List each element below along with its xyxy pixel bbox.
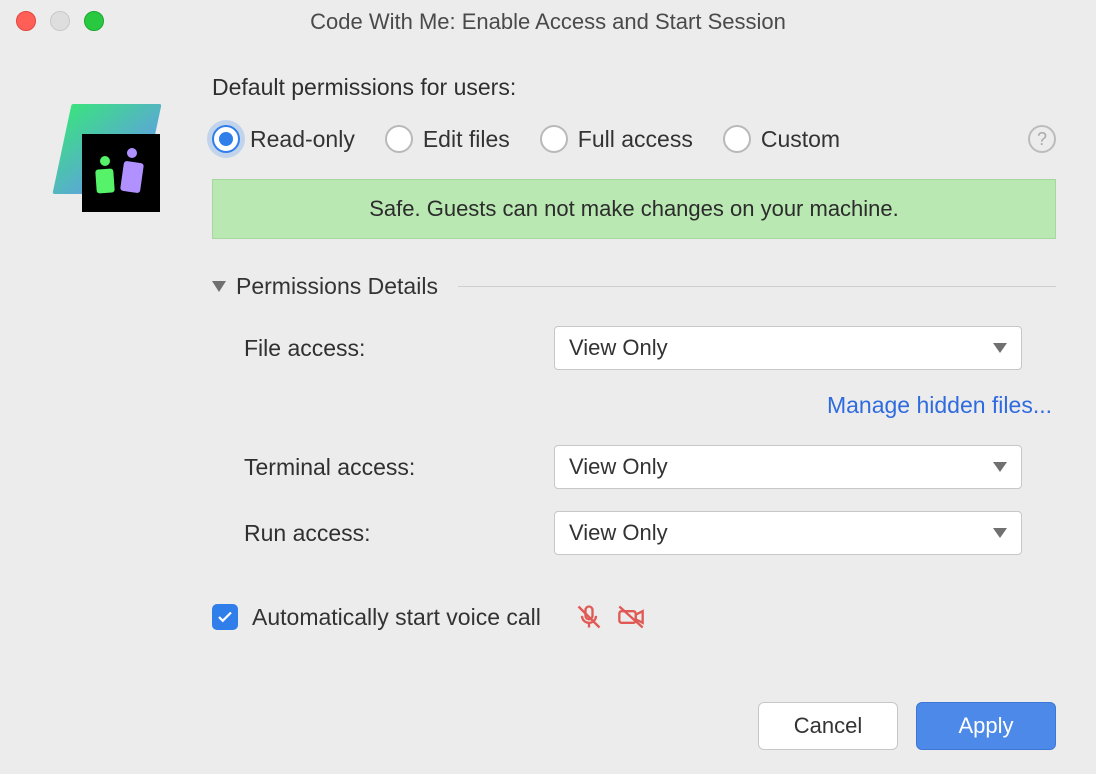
radio-icon: [540, 125, 568, 153]
chevron-down-icon: [212, 281, 226, 292]
titlebar: Code With Me: Enable Access and Start Se…: [0, 0, 1096, 44]
file-access-label: File access:: [244, 335, 534, 362]
right-column: Default permissions for users: Read-only…: [212, 74, 1056, 750]
window-close-button[interactable]: [16, 11, 36, 31]
file-access-value: View Only: [569, 335, 668, 361]
voice-call-label: Automatically start voice call: [252, 604, 541, 631]
radio-icon: [212, 125, 240, 153]
terminal-access-select[interactable]: View Only: [554, 445, 1022, 489]
radio-custom[interactable]: Custom: [723, 125, 840, 153]
radio-icon: [385, 125, 413, 153]
permission-mode-radios: Read-only Edit files Full access Custom …: [212, 125, 1056, 153]
radio-edit-files-label: Edit files: [423, 126, 510, 153]
chevron-down-icon: [993, 343, 1007, 353]
terminal-access-row: Terminal access: View Only: [244, 445, 1056, 489]
dialog-footer: Cancel Apply: [212, 682, 1056, 750]
terminal-access-label: Terminal access:: [244, 454, 534, 481]
default-permissions-label: Default permissions for users:: [212, 74, 1056, 101]
radio-full-access-label: Full access: [578, 126, 693, 153]
divider: [458, 286, 1056, 287]
permissions-details-header[interactable]: Permissions Details: [212, 273, 1056, 300]
camera-off-icon[interactable]: [617, 603, 645, 631]
cancel-button[interactable]: Cancel: [758, 702, 898, 750]
dialog-content: Default permissions for users: Read-only…: [0, 44, 1096, 774]
file-access-select[interactable]: View Only: [554, 326, 1022, 370]
apply-button[interactable]: Apply: [916, 702, 1056, 750]
radio-read-only[interactable]: Read-only: [212, 125, 355, 153]
microphone-off-icon[interactable]: [575, 603, 603, 631]
terminal-access-value: View Only: [569, 454, 668, 480]
run-access-select[interactable]: View Only: [554, 511, 1022, 555]
permissions-details-body: File access: View Only Manage hidden fil…: [212, 326, 1056, 577]
radio-custom-label: Custom: [761, 126, 840, 153]
chevron-down-icon: [993, 528, 1007, 538]
radio-read-only-label: Read-only: [250, 126, 355, 153]
safety-banner: Safe. Guests can not make changes on you…: [212, 179, 1056, 239]
permissions-details-title: Permissions Details: [236, 273, 438, 300]
run-access-row: Run access: View Only: [244, 511, 1056, 555]
radio-full-access[interactable]: Full access: [540, 125, 693, 153]
radio-icon: [723, 125, 751, 153]
left-column: [52, 74, 192, 750]
window-minimize-button[interactable]: [50, 11, 70, 31]
traffic-lights: [16, 11, 104, 31]
window-zoom-button[interactable]: [84, 11, 104, 31]
help-icon[interactable]: ?: [1028, 125, 1056, 153]
chevron-down-icon: [993, 462, 1007, 472]
code-with-me-icon: [52, 104, 172, 219]
run-access-value: View Only: [569, 520, 668, 546]
run-access-label: Run access:: [244, 520, 534, 547]
manage-hidden-files-link[interactable]: Manage hidden files...: [827, 392, 1052, 419]
radio-edit-files[interactable]: Edit files: [385, 125, 510, 153]
manage-hidden-row: Manage hidden files...: [244, 392, 1056, 419]
voice-call-checkbox[interactable]: [212, 604, 238, 630]
voice-call-row: Automatically start voice call: [212, 603, 1056, 631]
file-access-row: File access: View Only: [244, 326, 1056, 370]
window-title: Code With Me: Enable Access and Start Se…: [0, 9, 1096, 35]
